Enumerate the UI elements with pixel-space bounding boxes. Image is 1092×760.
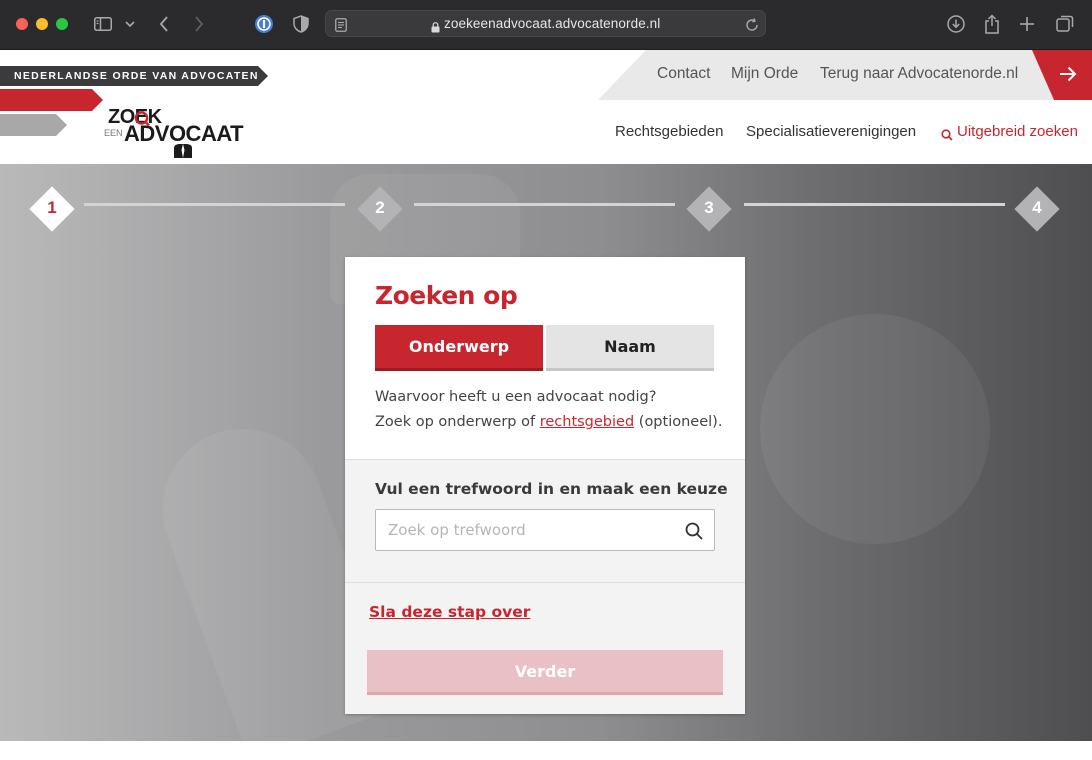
next-button[interactable]: Verder: [367, 650, 723, 695]
reload-icon[interactable]: [745, 17, 759, 36]
search-icon: [941, 126, 953, 145]
step-1: 1: [29, 186, 75, 232]
tab-naam[interactable]: Naam: [546, 325, 714, 371]
site-top-bar: NEDERLANDSE ORDE VAN ADVOCATEN Contact M…: [0, 50, 1092, 100]
zoom-window-button[interactable]: [56, 18, 68, 30]
description-suffix: (optioneel).: [634, 414, 723, 430]
contact-link[interactable]: Contact: [657, 65, 710, 83]
back-icon[interactable]: [157, 13, 171, 35]
zoek-een-advocaat-logo[interactable]: ZOEK EEN ADVOCAAT: [104, 106, 244, 158]
step-number: 3: [704, 198, 714, 217]
nav-uitgebreid-zoeken[interactable]: Uitgebreid zoeken: [957, 123, 1078, 140]
actions-section: Sla deze stap over Verder: [345, 582, 745, 714]
magnifier-logo-icon: [134, 111, 192, 158]
step-connector: [414, 203, 675, 206]
chevron-down-icon[interactable]: [124, 13, 136, 35]
step-4: 4: [1014, 186, 1060, 232]
sidebar-icon[interactable]: [93, 13, 113, 35]
description-line-1: Waarvoor heeft u een advocaat nodig?: [375, 389, 657, 405]
card-description: Waarvoor heeft u een advocaat nodig? Zoe…: [375, 385, 725, 435]
tab-onderwerp[interactable]: Onderwerp: [375, 325, 543, 371]
tabs-overview-icon[interactable]: [1055, 13, 1075, 35]
browser-toolbar: zoekeenadvocaat.advocatenorde.nl: [0, 0, 1092, 50]
download-icon[interactable]: [946, 13, 966, 35]
minimize-window-button[interactable]: [36, 18, 48, 30]
step-number: 2: [375, 198, 385, 217]
password-manager-icon[interactable]: [254, 13, 274, 35]
lock-icon: [431, 18, 440, 37]
description-prefix: Zoek op onderwerp of: [375, 414, 540, 430]
keyword-label: Vul een trefwoord in en maak een keuze: [375, 480, 728, 498]
nova-banner-text: NEDERLANDSE ORDE VAN ADVOCATEN: [14, 70, 259, 82]
url-text: zoekeenadvocaat.advocatenorde.nl: [444, 16, 661, 31]
forward-icon[interactable]: [192, 13, 206, 35]
keyword-section: Vul een trefwoord in en maak een keuze: [345, 459, 745, 583]
step-connector: [84, 203, 345, 206]
card-title: Zoeken op: [375, 281, 518, 310]
skip-step-link[interactable]: Sla deze stap over: [369, 603, 530, 621]
logo-text-een: EEN: [104, 128, 123, 138]
top-links-panel: Contact Mijn Orde Terug naar Advocatenor…: [598, 50, 1092, 100]
decorative-stripe-red: [0, 89, 103, 111]
nav-specialisatieverenigingen[interactable]: Specialisatieverenigingen: [746, 123, 916, 140]
step-number: 4: [1032, 198, 1042, 217]
new-tab-icon[interactable]: [1018, 13, 1036, 35]
decorative-stripe-gray: [0, 114, 67, 136]
search-card: Zoeken op Onderwerp Naam Waarvoor heeft …: [345, 257, 745, 714]
close-window-button[interactable]: [16, 18, 28, 30]
step-number: 1: [47, 198, 57, 217]
nav-rechtsgebieden[interactable]: Rechtsgebieden: [615, 123, 723, 140]
address-bar[interactable]: zoekeenadvocaat.advocatenorde.nl: [325, 10, 766, 37]
search-icon[interactable]: [685, 522, 703, 544]
rechtsgebied-link[interactable]: rechtsgebied: [540, 414, 634, 430]
shield-icon[interactable]: [292, 13, 310, 35]
share-icon[interactable]: [983, 13, 1001, 35]
background-figure-scale: [760, 314, 990, 544]
keyword-search-input[interactable]: [376, 510, 676, 550]
arrow-right-icon: [1060, 66, 1077, 82]
terug-naar-advocatenorde-link[interactable]: Terug naar Advocatenorde.nl: [820, 65, 1018, 83]
nova-banner[interactable]: NEDERLANDSE ORDE VAN ADVOCATEN: [0, 66, 268, 86]
step-2: 2: [357, 186, 403, 232]
step-3: 3: [686, 186, 732, 232]
step-connector: [744, 203, 1005, 206]
description-line-2: Zoek op onderwerp of rechtsgebied (optio…: [375, 410, 725, 435]
page-icon: [335, 17, 347, 36]
mijn-orde-link[interactable]: Mijn Orde: [731, 65, 798, 83]
keyword-search-field[interactable]: [375, 509, 715, 551]
